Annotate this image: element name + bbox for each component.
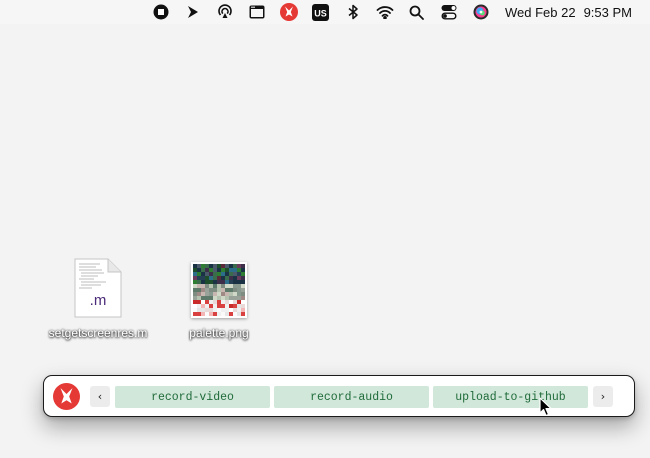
- stop-record-icon[interactable]: [145, 0, 177, 24]
- input-source-label: US: [315, 8, 328, 18]
- spotlight-search-icon[interactable]: [401, 0, 433, 24]
- record-audio-button[interactable]: record-audio: [274, 386, 429, 408]
- launcher-logo-icon[interactable]: [53, 383, 80, 410]
- record-video-button[interactable]: record-video: [115, 386, 270, 408]
- menu-bar-time[interactable]: 9:53 PM: [584, 5, 632, 20]
- file-name-label[interactable]: setgetscreenres.m: [49, 326, 148, 340]
- bluetooth-icon[interactable]: [337, 0, 369, 24]
- next-page-button[interactable]: ›: [593, 386, 613, 407]
- wifi-icon[interactable]: [369, 0, 401, 24]
- control-center-icon[interactable]: [433, 0, 465, 24]
- desktop-file-palette[interactable]: palette.png: [159, 260, 279, 340]
- file-extension-label: .m: [89, 292, 107, 309]
- launcher-app-icon[interactable]: [273, 0, 305, 24]
- siri-icon[interactable]: [465, 0, 497, 24]
- png-image-thumbnail: [191, 262, 247, 318]
- menu-bar-date[interactable]: Wed Feb 22: [505, 5, 576, 20]
- prev-page-button[interactable]: ‹: [90, 386, 110, 407]
- objc-document-icon: .m: [74, 258, 122, 318]
- airplay-audio-icon[interactable]: [209, 0, 241, 24]
- window-icon[interactable]: [241, 0, 273, 24]
- mouse-pointer-icon: [539, 397, 553, 417]
- upload-to-github-button[interactable]: upload-to-github: [433, 386, 588, 408]
- desktop-file-setgetscreenres[interactable]: .m setgetscreenres.m: [38, 258, 158, 340]
- play-arrow-icon[interactable]: [177, 0, 209, 24]
- menu-bar: US Wed Feb 22 9:53 PM: [0, 0, 650, 24]
- file-name-label[interactable]: palette.png: [189, 326, 248, 340]
- input-source-icon[interactable]: US: [305, 0, 337, 24]
